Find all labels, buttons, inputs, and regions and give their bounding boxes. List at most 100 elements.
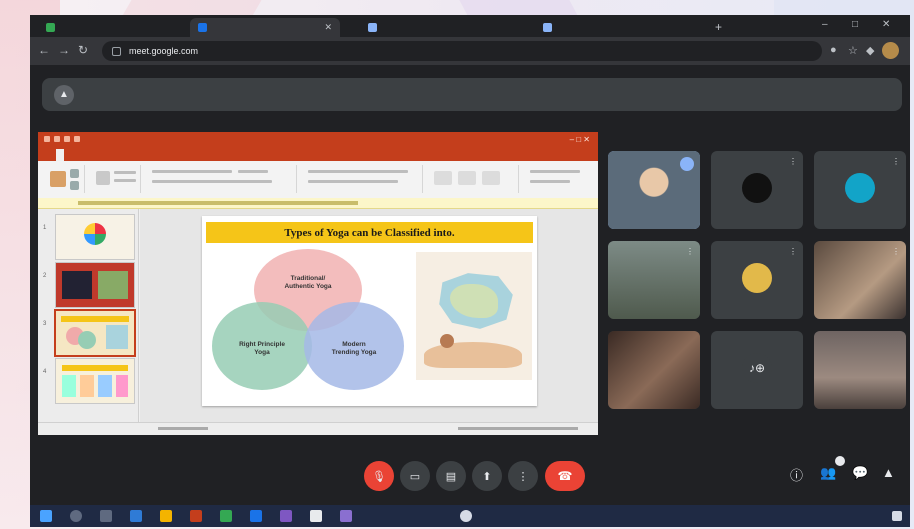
slide-thumbnail[interactable] [56,359,134,403]
slide-thumbnail-selected[interactable] [56,311,134,355]
participant-video [608,331,700,409]
current-slide: Types of Yoga can be Classified into. Tr… [202,216,537,406]
captions-button[interactable]: ▤ [436,461,466,491]
camera-indicator-icon[interactable]: ● [830,44,837,56]
browser-tab-active[interactable]: ✕ [190,18,340,37]
meeting-controls-bar: 🎙 ▭ ▤ ⬆ ⋮ ☎ ⓘ 👥 💬 ▲ [30,453,910,505]
present-icon: ▲ [54,84,74,105]
chrome-icon[interactable] [250,510,262,522]
participant-tile[interactable]: ⋮ [814,151,906,229]
others-tile[interactable]: ♪⊕ [711,331,803,409]
captions-icon: ▤ [445,470,457,483]
ribbon-tabs [38,149,598,161]
thumbnail-number: 3 [43,321,47,327]
cut-icon [70,169,79,178]
ribbon-group [44,165,85,193]
end-call-button[interactable]: ☎ [545,461,585,491]
tab-favicon-icon [543,23,552,32]
tab-favicon-icon [368,23,377,32]
address-url: meet.google.com [129,46,199,56]
powerpoint-icon[interactable] [190,510,202,522]
file-explorer-icon[interactable] [160,510,172,522]
window-controls-icon: – □ ✕ [569,135,590,144]
activities-icon[interactable]: ▲ [882,465,895,480]
ribbon-group [302,165,423,193]
participant-tile[interactable]: ⋮ [608,241,700,319]
reload-icon[interactable]: ↻ [78,44,88,56]
participant-tile[interactable] [814,331,906,409]
participant-tile[interactable] [608,331,700,409]
meeting-details-icon[interactable]: ⓘ [790,465,803,484]
quick-styles-icon [482,171,500,185]
present-screen-icon: ⬆ [482,470,492,483]
shapes-icon [434,171,452,185]
browser-tab[interactable] [535,18,710,37]
task-view-icon[interactable] [100,510,112,522]
windows-taskbar [30,505,910,527]
more-icon[interactable]: ⋮ [789,157,797,166]
app-icon[interactable] [280,510,292,522]
notifications-icon[interactable] [892,511,902,521]
more-options-button[interactable]: ⋮ [508,461,538,491]
more-icon[interactable]: ⋮ [892,157,900,166]
minimize-button[interactable]: – [822,19,828,30]
camera-button[interactable]: ▭ [400,461,430,491]
tab-strip: ✕ + – □ ✕ [30,15,910,37]
yoga-illustration [416,252,532,380]
more-icon[interactable]: ⋮ [789,247,797,256]
venn-circle-modern: Modern Trending Yoga [304,302,404,390]
participant-tile[interactable]: ⋮ [711,151,803,229]
avatar [742,173,772,203]
browser-toolbar: ← → ↻ meet.google.com ● ☆ ◆ [30,37,910,65]
participant-video [814,331,906,409]
powerpoint-titlebar: – □ ✕ [38,132,598,149]
tab-favicon-icon [46,23,55,32]
arrange-icon [458,171,476,185]
maximize-button[interactable]: □ [852,19,858,30]
participant-tile[interactable] [608,151,700,229]
ribbon-group [524,165,592,193]
camera-icon: ▭ [409,470,421,483]
app-icon[interactable] [310,510,322,522]
quick-access-toolbar [44,136,84,145]
info-bar [38,198,598,209]
zoom-slider [458,427,578,430]
participant-tile[interactable]: ⋮ [711,241,803,319]
star-icon[interactable]: ☆ [848,44,858,57]
forward-icon[interactable]: → [58,44,70,56]
people-icon[interactable]: 👥 [820,465,836,481]
back-icon[interactable]: ← [38,44,50,56]
slide-thumbnail[interactable] [56,263,134,307]
avatar [845,173,875,203]
participant-tile[interactable]: ⋮ [814,241,906,319]
chat-icon[interactable]: 💬 [852,465,868,481]
browser-tab[interactable] [360,18,530,37]
mic-off-button[interactable]: 🎙 [364,461,394,491]
ribbon-group [90,165,141,193]
start-icon[interactable] [40,510,52,522]
others-icon: ♪⊕ [742,353,772,383]
present-button[interactable]: ⬆ [472,461,502,491]
browser-tab[interactable] [38,18,188,37]
close-window-button[interactable]: ✕ [882,19,890,30]
app-icon[interactable] [460,510,472,522]
speaking-indicator-icon [680,157,694,171]
browser-window: ✕ + – □ ✕ ← → ↻ meet.google.com ● ☆ ◆ ▲ [30,15,910,505]
hang-up-icon: ☎ [557,469,573,483]
close-tab-icon[interactable]: ✕ [324,22,332,33]
slide-thumbnail[interactable] [56,215,134,259]
venn-label: Modern Trending Yoga [331,341,377,356]
search-icon[interactable] [70,510,82,522]
new-tab-button[interactable]: + [715,20,722,34]
app-icon[interactable] [340,510,352,522]
app-icon[interactable] [220,510,232,522]
more-icon[interactable]: ⋮ [892,247,900,256]
edge-icon[interactable] [130,510,142,522]
ribbon-group [146,165,297,193]
ribbon [38,161,598,199]
extensions-icon[interactable]: ◆ [866,44,874,57]
more-icon[interactable]: ⋮ [686,247,694,256]
powerpoint-statusbar [38,422,598,435]
address-bar[interactable]: meet.google.com [102,41,822,61]
profile-avatar[interactable] [882,42,899,59]
